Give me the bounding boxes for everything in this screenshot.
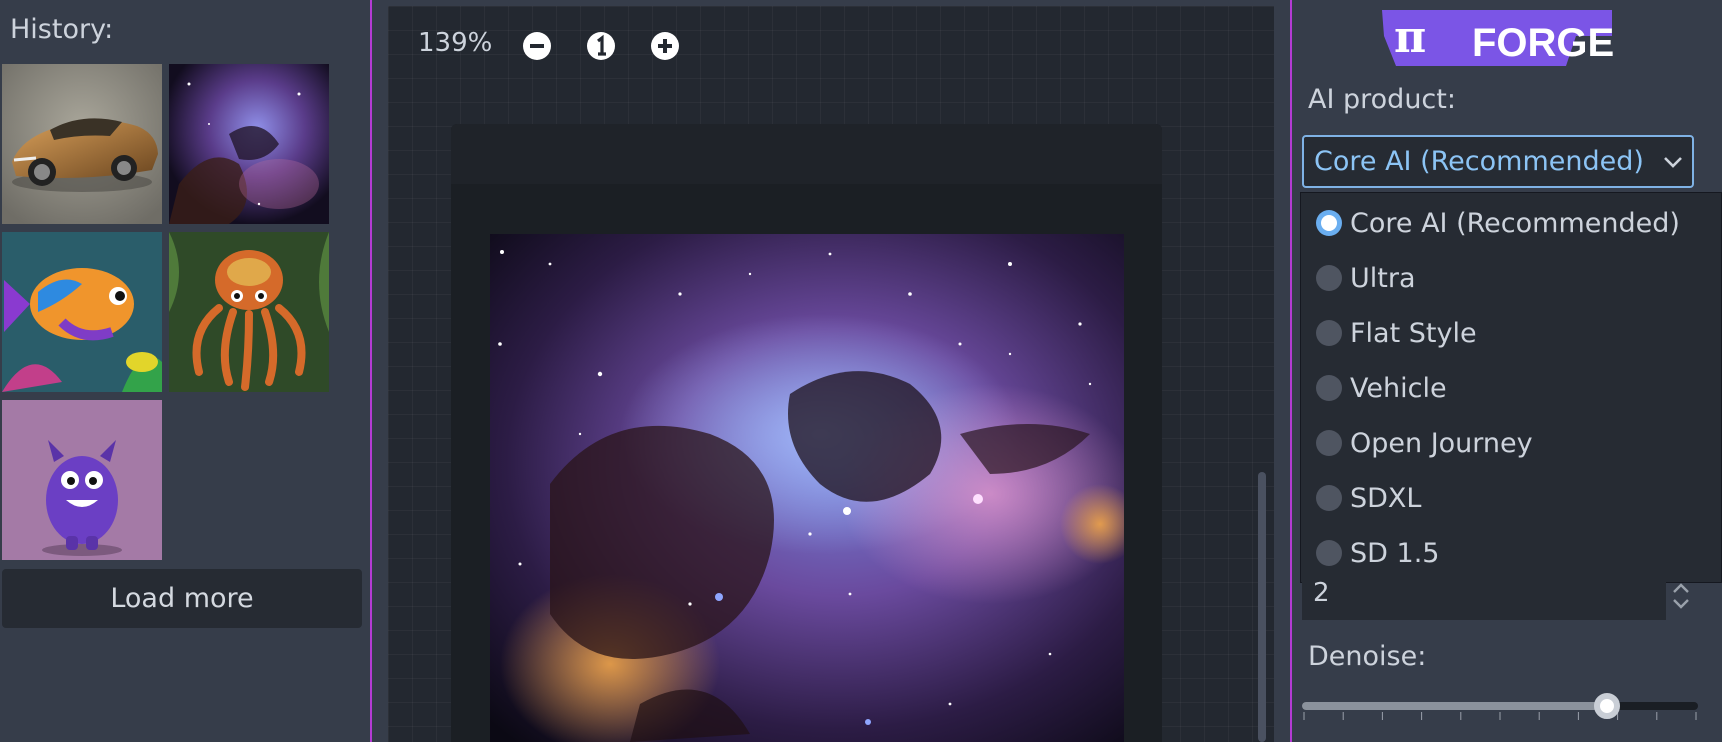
option-label: SDXL [1350,482,1422,514]
one-circle-icon [587,32,615,60]
ai-product-selected-value: Core AI (Recommended) [1314,146,1644,177]
history-thumb-octopus[interactable] [169,232,329,392]
history-thumb-car[interactable] [2,64,162,224]
ai-product-select[interactable]: Core AI (Recommended) [1302,135,1694,188]
zoom-out-button[interactable] [522,31,552,61]
plus-circle-icon [651,32,679,60]
history-thumb-monster[interactable] [2,400,162,560]
denoise-label: Denoise: [1308,641,1427,672]
app-logo: π FORGE [1380,6,1620,68]
panel-divider-left[interactable] [370,0,372,742]
number-input[interactable] [1302,574,1666,620]
zoom-reset-button[interactable] [586,31,616,61]
option-label: Vehicle [1350,372,1447,404]
denoise-slider-ticks [1303,712,1697,720]
spinner-arrows-icon[interactable] [1670,582,1692,610]
image-frame-header [451,124,1162,184]
canvas-scrollbar-thumb[interactable] [1258,472,1266,742]
radio-unselected-icon [1316,375,1342,401]
denoise-slider-fill [1302,702,1607,710]
radio-unselected-icon [1316,265,1342,291]
history-title: History: [10,14,114,45]
option-core-ai[interactable]: Core AI (Recommended) [1316,203,1680,243]
option-ultra[interactable]: Ultra [1316,258,1416,298]
load-more-button[interactable]: Load more [2,569,362,628]
option-flat-style[interactable]: Flat Style [1316,313,1477,353]
denoise-slider-handle[interactable] [1593,693,1620,719]
zoom-level: 139% [418,28,493,58]
radio-unselected-icon [1316,320,1342,346]
option-sd-1-5[interactable]: SD 1.5 [1316,533,1439,573]
option-label: Flat Style [1350,317,1477,349]
history-thumb-fish[interactable] [2,232,162,392]
radio-unselected-icon [1316,430,1342,456]
option-label: Open Journey [1350,427,1533,459]
option-vehicle[interactable]: Vehicle [1316,368,1447,408]
minus-circle-icon [523,32,551,60]
ai-product-dropdown: Core AI (Recommended) Ultra Flat Style V… [1300,192,1722,583]
radio-unselected-icon [1316,485,1342,511]
option-label: SD 1.5 [1350,537,1440,569]
zoom-in-button[interactable] [650,31,680,61]
radio-unselected-icon [1316,540,1342,566]
option-open-journey[interactable]: Open Journey [1316,423,1533,463]
history-panel: History: Load more [0,0,370,742]
ai-product-label: AI product: [1308,84,1456,115]
history-thumb-nebula[interactable] [169,64,329,224]
svg-text:π: π [1394,12,1426,63]
generated-image-nebula[interactable] [490,234,1124,742]
chevron-down-icon [1664,157,1682,168]
radio-selected-icon [1316,210,1342,236]
option-label: Ultra [1350,262,1416,294]
logo-text: FORGE [1472,21,1614,65]
option-sdxl[interactable]: SDXL [1316,478,1421,518]
number-input-value: 2 [1313,578,1330,608]
option-label: Core AI (Recommended) [1350,207,1680,239]
